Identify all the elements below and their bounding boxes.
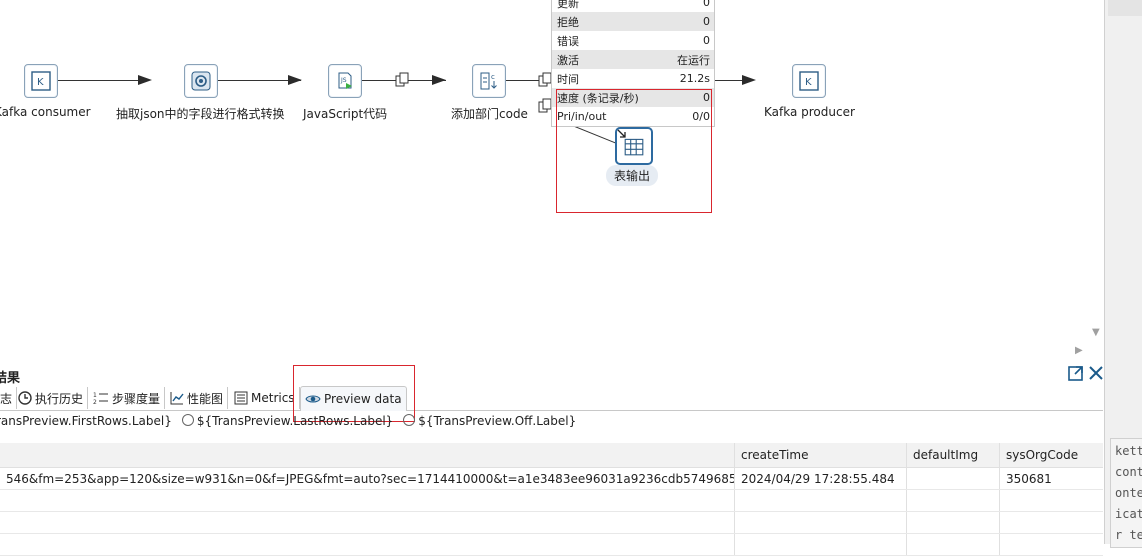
copy-rows-icon [395,72,409,87]
preview-data-grid[interactable]: createTime defaultImg sysOrgCode 546&fm=… [0,443,1103,556]
kafka-icon: K [31,71,51,91]
grid-header-row: createTime defaultImg sysOrgCode [0,443,1103,468]
column-header-defaultImg[interactable]: defaultImg [906,443,999,467]
metrics-icon [234,391,248,405]
code-line: icat [1115,507,1142,521]
metric-row-errors: 错误 0 [557,34,710,48]
results-title: 结果 [0,371,21,386]
step-metrics-icon: 12 [93,392,108,405]
json-extract-icon [191,71,211,91]
hop-arrow-icon [288,75,302,85]
tab-step-metrics[interactable]: 12 步骤度量 [89,387,166,409]
svg-text:K: K [37,77,44,88]
table-cell [999,512,1103,533]
code-line: kett [1115,444,1142,458]
radio-circle-icon [181,414,194,426]
hop-arrow-icon [138,75,152,85]
step-kafka-producer[interactable]: K [792,64,826,98]
svg-text:2: 2 [93,399,97,405]
kafka-icon: K [799,71,819,91]
copy-rows-icon [538,72,552,87]
radio-circle-icon [403,414,416,426]
tab-performance-chart[interactable]: 性能图 [166,387,229,409]
table-cell [0,534,734,555]
close-panel-icon[interactable] [1088,364,1104,386]
add-constant-icon: c [480,72,497,90]
scroll-right-icon[interactable]: ▶ [1075,345,1083,356]
metric-row-rejected: 拒绝 0 [552,12,714,31]
radio-last-rows[interactable]: ${TransPreview.LastRows.Label} [181,414,393,428]
column-header-sysOrgCode[interactable]: sysOrgCode [999,443,1103,467]
table-cell [734,512,906,533]
step-label-table-output: 表输出 [606,165,659,186]
radio-off[interactable]: ${TransPreview.Off.Label} [403,414,576,428]
step-label-add-dept-code: 添加部门code [451,107,528,121]
table-row[interactable]: 546&fm=253&app=120&size=w931&n=0&f=JPEG&… [0,468,1103,490]
step-add-dept-code[interactable]: c [472,64,506,98]
table-cell [734,534,906,555]
column-header-createTime[interactable]: createTime [734,443,906,467]
code-line: onte [1115,486,1142,500]
table-row[interactable] [0,490,1103,512]
step-label-kafka-consumer: Kafka consumer [0,105,91,119]
svg-text:JS: JS [340,77,347,84]
step-extract-json[interactable] [184,64,218,98]
svg-text:c: c [491,73,495,81]
side-code-view[interactable]: kett cont onte icat r te [1110,438,1142,548]
table-cell [906,512,999,533]
hop-arrow-icon [742,75,756,85]
history-icon [18,391,32,405]
table-cell [0,490,734,511]
canvas-vertical-scrollbar[interactable] [1088,0,1104,342]
hop-line [58,80,146,81]
copy-rows-icon [538,98,552,113]
code-line: cont [1115,465,1142,479]
maximize-panel-icon[interactable] [1067,364,1085,386]
table-cell [734,490,906,511]
tab-execution-history[interactable]: 执行历史 [14,387,89,409]
metric-row-time: 时间 21.2s [557,72,710,86]
results-tab-bar: 志 执行历史 12 步骤度量 性能图 Metrics Preview data [0,386,1103,411]
preview-mode-options: ransPreview.FirstRows.Label} ${TransPrev… [0,414,576,428]
right-panel-header [1108,0,1142,16]
hop-arrow-icon [432,75,446,85]
step-label-kafka-producer: Kafka producer [764,105,855,119]
radio-first-rows[interactable]: ransPreview.FirstRows.Label} [0,414,172,428]
table-cell [0,512,734,533]
table-cell [906,468,999,489]
table-row[interactable] [0,512,1103,534]
metric-row-active: 激活 在运行 [552,50,714,69]
table-cell [999,534,1103,555]
metric-row-updated: 更新 0 [557,0,710,10]
step-javascript[interactable]: JS [328,64,362,98]
table-cell: 350681 [999,468,1103,489]
javascript-icon: JS [338,72,352,89]
svg-text:K: K [805,77,812,88]
table-cell: 546&fm=253&app=120&size=w931&n=0&f=JPEG&… [6,471,734,486]
step-label-javascript: JavaScript代码 [303,107,388,121]
step-label-extract-json: 抽取json中的字段进行格式转换 [116,107,285,121]
svg-text:1: 1 [93,392,97,399]
scroll-down-icon[interactable]: ▼ [1092,327,1100,338]
perf-chart-icon [170,392,184,405]
table-cell: 2024/04/29 17:28:55.484 [734,468,906,489]
input-arrow-icon [617,129,626,138]
step-kafka-consumer[interactable]: K [24,64,58,98]
table-cell [906,490,999,511]
table-cell [906,534,999,555]
code-line: r te [1115,528,1142,542]
table-cell [999,490,1103,511]
table-row[interactable] [0,534,1103,556]
column-header[interactable] [0,443,734,467]
tab-metrics[interactable]: Metrics [230,387,300,409]
